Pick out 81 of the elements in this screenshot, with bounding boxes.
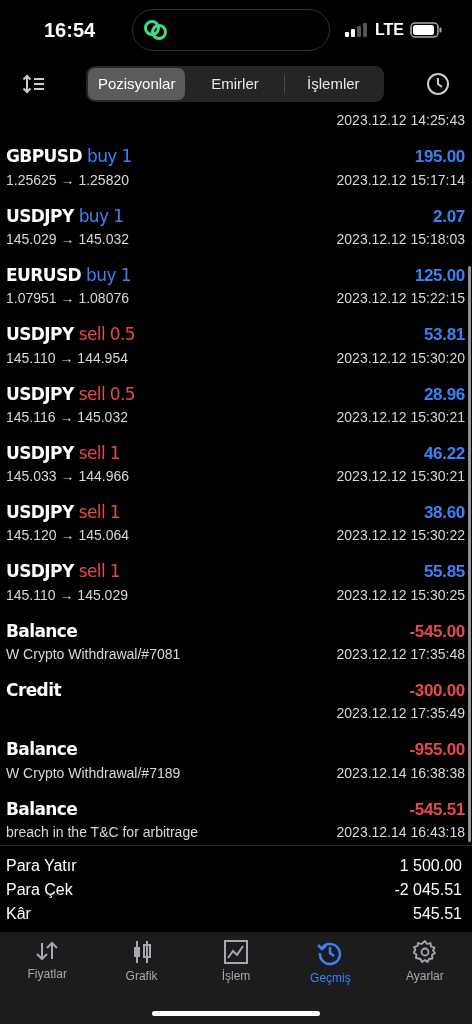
amount-value: -545.51: [409, 798, 465, 821]
row-time: 2023.12.12 15:30:21: [336, 467, 465, 487]
row-time: 2023.12.12 17:35:49: [336, 704, 465, 724]
row-time: 2023.12.12 14:25:43: [336, 111, 465, 130]
symbol-label: USDJPY: [6, 382, 74, 406]
row-time: 2023.12.12 15:17:14: [336, 170, 465, 190]
sort-icon[interactable]: [22, 74, 46, 94]
nav-tab[interactable]: Grafik: [94, 940, 189, 990]
symbol-label: EURUSD: [6, 264, 82, 287]
summary-value: 1 500.00: [399, 856, 462, 876]
price-change: 145.033 → 144.966: [6, 467, 129, 487]
summary-label: Para Yatır: [6, 856, 77, 876]
price-change: 145.120 → 145.064: [6, 526, 129, 546]
amount-value: -955.00: [409, 739, 465, 762]
history-icon: [317, 940, 344, 966]
row-time: 2023.12.12 15:30:22: [336, 526, 465, 546]
price-change: 145.116 → 145.032: [6, 407, 128, 427]
comment-text: W Crypto Withdrawal/#7081: [6, 645, 181, 664]
row-time: 2023.12.12 15:30:20: [336, 348, 465, 368]
segment-tab[interactable]: Emirler: [186, 68, 284, 100]
symbol-label: Balance: [6, 797, 78, 821]
comment-text: breach in the T&C for arbitrage: [6, 822, 198, 842]
row-time: 2023.12.14 16:38:38: [336, 763, 465, 783]
amount-value: -300.00: [409, 680, 465, 703]
symbol-label: USDJPY: [6, 441, 74, 465]
settings-icon: [412, 940, 437, 964]
amount-value: 28.96: [423, 383, 465, 406]
price-change: 145.029 → 145.032: [6, 229, 129, 249]
symbol-label: USDJPY: [6, 560, 74, 584]
row-time: 2023.12.12 15:30:25: [336, 585, 465, 605]
scrollbar[interactable]: [468, 266, 471, 842]
summary-value: 545.51: [413, 904, 462, 924]
trade-side: sell 0.5: [78, 382, 136, 406]
amount-value: 195.00: [414, 146, 465, 169]
amount-value: 53.81: [423, 324, 465, 347]
symbol-label: Balance: [6, 738, 78, 762]
row-time: 2023.12.12 17:35:48: [336, 645, 465, 664]
trade-side: sell 0.5: [78, 323, 136, 347]
row-time: 2023.12.12 15:30:21: [336, 407, 465, 427]
segment-tab[interactable]: Pozisyonlar: [88, 68, 186, 100]
trade-side: buy 1: [86, 145, 132, 169]
segment-tab[interactable]: İşlemler: [284, 68, 382, 100]
amount-value: 2.07: [433, 205, 465, 228]
row-time: 2023.12.12 15:18:03: [336, 229, 465, 249]
amount-value: 55.85: [423, 561, 465, 584]
amount-value: 46.22: [423, 442, 465, 465]
status-time: 16:54: [44, 18, 97, 43]
trade-side: buy 1: [86, 264, 131, 287]
price-change: 145.110 → 144.954: [6, 348, 128, 368]
row-time: 2023.12.12 15:22:15: [336, 289, 465, 309]
line-chart-icon: [224, 940, 248, 964]
nav-tab[interactable]: Geçmiş: [283, 940, 378, 990]
trade-side: sell 1: [78, 560, 121, 584]
symbol-label: Balance: [6, 619, 78, 643]
amount-value: -545.00: [409, 620, 465, 643]
trade-side: buy 1: [78, 204, 124, 228]
price-change: 1.07951 → 1.08076: [6, 289, 129, 309]
comment-text: W Crypto Withdrawal/#7189: [6, 763, 181, 783]
symbol-label: USDJPY: [6, 323, 74, 347]
link-icon: [143, 19, 169, 41]
nav-tab[interactable]: Ayarlar: [377, 940, 472, 990]
clock-icon[interactable]: [426, 72, 450, 96]
amount-value: 125.00: [414, 265, 465, 287]
row-time: 2023.12.14 16:43:18: [336, 822, 465, 842]
summary-value: -2 045.51: [394, 880, 462, 900]
symbol-label: Credit: [6, 679, 61, 703]
summary-label: Para Çek: [6, 880, 73, 900]
symbol-label: USDJPY: [6, 204, 74, 228]
trade-side: sell 1: [78, 441, 121, 465]
summary-label: Kâr: [6, 904, 31, 924]
amount-value: 38.60: [423, 502, 465, 525]
nav-tab[interactable]: Fiyatlar: [0, 940, 95, 990]
price-change: 1.25625 → 1.25820: [6, 170, 129, 190]
price-change: 145.110 → 145.029: [6, 585, 128, 605]
nav-tab[interactable]: İşlem: [188, 940, 284, 990]
symbol-label: GBPUSD: [6, 145, 82, 169]
battery-icon: [410, 22, 442, 38]
trade-side: sell 1: [78, 501, 121, 525]
symbol-label: USDJPY: [6, 501, 74, 525]
network-label: LTE: [374, 20, 404, 40]
signal-icon: [344, 23, 369, 37]
